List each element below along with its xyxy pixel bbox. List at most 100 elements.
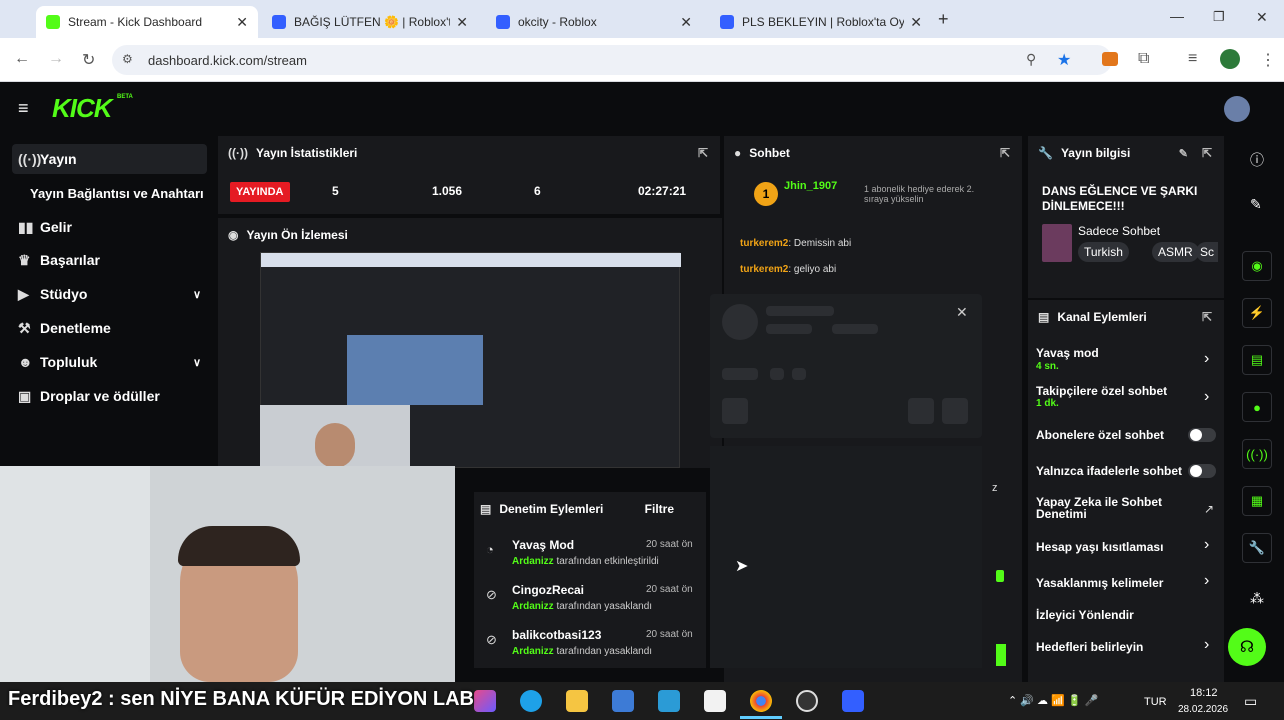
pinned-user[interactable]: Jhin_1907 — [784, 180, 837, 192]
ai-moderation-label: Yapay Zeka ile Sohbet Denetimi — [1036, 495, 1163, 521]
close-tab-icon[interactable]: ✕ — [680, 14, 692, 31]
address-bar[interactable]: ⚙ dashboard.kick.com/stream — [112, 45, 1112, 75]
skeleton-button — [722, 398, 748, 424]
chevron-right-icon[interactable]: › — [1204, 636, 1216, 654]
user-card-body — [710, 446, 982, 668]
window-close-icon[interactable]: ✕ — [1256, 9, 1268, 26]
new-tab-icon[interactable]: + — [938, 9, 949, 30]
input-language[interactable]: TUR — [1144, 696, 1167, 708]
obs-icon[interactable] — [796, 690, 818, 712]
close-tab-icon[interactable]: ✕ — [236, 14, 248, 31]
file-explorer-icon[interactable] — [566, 690, 588, 712]
sidebar-item-denetleme[interactable]: ⚒ Denetleme — [12, 313, 207, 343]
skeleton-line — [766, 324, 812, 334]
external-link-icon[interactable]: ↗ — [1204, 502, 1214, 516]
skeleton-button — [942, 398, 968, 424]
system-tray-icons[interactable]: ⌃ 🔊 ☁ 📶 🔋 🎤 — [1008, 694, 1098, 707]
preview-browser-bar — [261, 253, 681, 267]
popout-icon[interactable]: ⇱ — [1000, 146, 1010, 160]
chevron-right-icon[interactable]: › — [1204, 388, 1216, 406]
minimize-icon[interactable]: — — [1170, 8, 1184, 24]
sidebar-item-basarilar[interactable]: ♛ Başarılar — [12, 245, 207, 275]
tab-roblox-bagis[interactable]: BAĞIŞ LÜTFEN 🌼 | Roblox'ta Oyna ✕ — [262, 6, 478, 38]
reload-icon[interactable]: ↻ — [82, 50, 95, 70]
layout-icon[interactable]: ⁂ — [1250, 590, 1264, 607]
info-icon[interactable]: ⓘ — [1250, 150, 1264, 170]
popout-icon[interactable]: ⇱ — [1202, 310, 1212, 324]
sidebar-item-yayin[interactable]: ((·)) Yayın — [12, 144, 207, 174]
raid-label[interactable]: İzleyici Yönlendir — [1036, 608, 1134, 622]
bar-chart-icon: ▮▮ — [18, 218, 34, 235]
clock-time[interactable]: 18:12 — [1190, 687, 1218, 699]
chrome-icon[interactable] — [750, 690, 772, 712]
quick-actions-button[interactable]: ⚡ — [1242, 298, 1272, 328]
tab-kick-dashboard[interactable]: Stream - Kick Dashboard ✕ — [36, 6, 258, 38]
metamask-extension-icon[interactable] — [1102, 52, 1118, 66]
notepad-icon[interactable] — [704, 690, 726, 712]
zoom-icon[interactable]: ⚲ — [1026, 51, 1036, 68]
popout-icon[interactable]: ⇱ — [698, 146, 708, 160]
people-icon: ☻ — [18, 354, 33, 370]
subs-only-toggle[interactable] — [1188, 428, 1216, 442]
extensions-icon[interactable]: ⧉ — [1138, 50, 1149, 68]
notifications-icon[interactable]: ▭ — [1244, 693, 1257, 710]
tab-okcity[interactable]: okcity - Roblox ✕ — [486, 6, 702, 38]
browser-menu-icon[interactable]: ⋮ — [1260, 50, 1276, 70]
roblox-icon[interactable] — [842, 690, 864, 712]
chevron-right-icon[interactable]: › — [1204, 572, 1216, 590]
close-tab-icon[interactable]: ✕ — [456, 14, 468, 31]
close-icon[interactable]: ✕ — [956, 304, 968, 321]
sidebar-item-gelir[interactable]: ▮▮ Gelir — [12, 212, 207, 242]
tag-pill: Sc — [1196, 242, 1218, 262]
chat-toggle-button[interactable]: ● — [1242, 392, 1272, 422]
app-icon[interactable] — [612, 690, 634, 712]
stats-toggle-button[interactable]: ▤ — [1242, 345, 1272, 375]
moderation-toggle-button[interactable]: ▦ — [1242, 486, 1272, 516]
broadcast-icon: ((·)) — [228, 146, 248, 160]
preview-toggle-button[interactable]: ◉ — [1242, 251, 1272, 281]
category-name[interactable]: Sadece Sohbet — [1078, 224, 1160, 238]
chevron-down-icon: ∨ — [192, 288, 201, 301]
edge-icon[interactable] — [520, 690, 542, 712]
support-headset-button[interactable]: ☊ — [1228, 628, 1266, 666]
sidebar-item-stream-key[interactable]: Yayın Bağlantısı ve Anahtarı — [12, 178, 207, 208]
roblox-favicon-icon — [496, 15, 510, 29]
kick-logo[interactable]: KICK — [52, 93, 113, 124]
copilot-icon[interactable] — [474, 690, 496, 712]
chevron-right-icon[interactable]: › — [1204, 350, 1216, 368]
profile-avatar[interactable] — [1220, 49, 1240, 69]
edit-pencil-icon[interactable]: ✎ — [1179, 147, 1188, 160]
filter-button[interactable]: Filtre — [645, 502, 674, 516]
bookmark-star-icon[interactable]: ★ — [1057, 50, 1071, 70]
moderator-name: Ardanizz — [512, 646, 554, 657]
moderation-time: 20 saat ön — [646, 629, 693, 640]
chat-username[interactable]: turkerem2 — [740, 238, 788, 249]
close-tab-icon[interactable]: ✕ — [910, 14, 922, 31]
media-control-icon[interactable]: ≡ — [1188, 50, 1197, 68]
popout-icon[interactable]: ⇱ — [1202, 146, 1212, 160]
tools-toggle-button[interactable]: 🔧 — [1242, 533, 1272, 563]
chat-send-button[interactable] — [996, 644, 1006, 666]
chevron-right-icon[interactable]: › — [1204, 536, 1216, 554]
sidebar-item-topluluk[interactable]: ☻ Topluluk ∨ — [12, 347, 207, 377]
site-info-icon[interactable]: ⚙ — [122, 52, 133, 66]
broadcast-toggle-button[interactable]: ((·)) — [1242, 439, 1272, 469]
forward-icon[interactable]: → — [48, 50, 64, 68]
store-icon[interactable] — [658, 690, 680, 712]
sidebar-item-studyo[interactable]: ▶ Stüdyo ∨ — [12, 279, 207, 309]
hamburger-menu-icon[interactable]: ≡ — [18, 98, 29, 119]
tag-pill: ASMR — [1152, 242, 1199, 262]
stream-stats-panel: ((·)) Yayın İstatistikleri ⇱ YAYINDA 5 1.0… — [218, 136, 720, 214]
tab-title: PLS BEKLEYIN | Roblox'ta Oyna — [742, 15, 905, 29]
sidebar-item-droplar[interactable]: ▣ Droplar ve ödüller — [12, 381, 207, 411]
restore-icon[interactable]: ❐ — [1213, 9, 1225, 25]
emote-only-toggle[interactable] — [1188, 464, 1216, 478]
clock-date[interactable]: 28.02.2026 — [1178, 704, 1228, 715]
tab-pls-bekleyin[interactable]: PLS BEKLEYIN | Roblox'ta Oyna ✕ — [710, 6, 932, 38]
edit-icon[interactable]: ✎ — [1250, 196, 1262, 213]
chat-username[interactable]: turkerem2 — [740, 264, 788, 275]
user-avatar[interactable] — [1224, 96, 1250, 122]
sidebar-item-label: Stüdyo — [40, 286, 88, 302]
followers-only-label: Takipçilere özel sohbet — [1036, 384, 1168, 398]
back-icon[interactable]: ← — [14, 50, 30, 68]
